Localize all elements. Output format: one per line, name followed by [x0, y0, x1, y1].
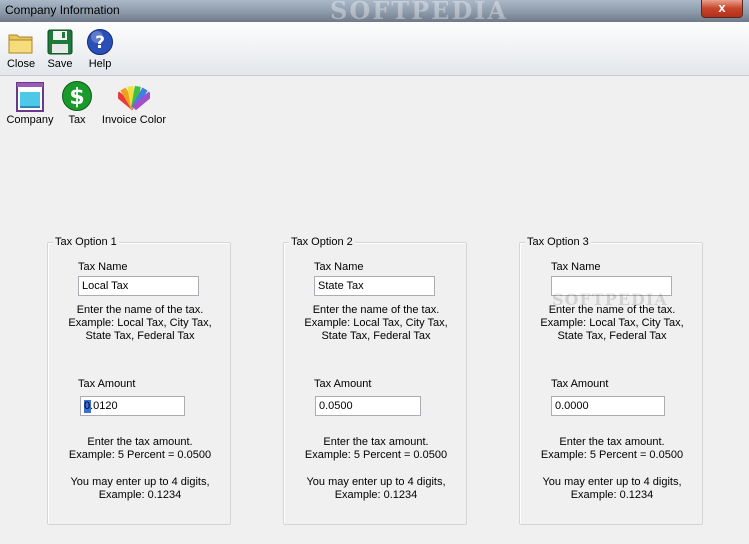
tax-name-help: Enter the name of the tax. Example: Loca…: [48, 304, 232, 343]
digits-help: You may enter up to 4 digits, Example: 0…: [48, 476, 232, 502]
help-icon: ?: [87, 29, 113, 55]
tax-section-label: Tax: [68, 114, 86, 126]
tax-name-value: State Tax: [318, 280, 364, 292]
digits-help: You may enter up to 4 digits, Example: 0…: [520, 476, 704, 502]
tax-amount-value: 0.0000: [555, 400, 589, 412]
tax-name-help: Enter the name of the tax. Example: Loca…: [284, 304, 468, 343]
help-button-label: Help: [88, 58, 112, 70]
tax-section-button[interactable]: $ Tax: [60, 80, 94, 126]
digits-help: You may enter up to 4 digits, Example: 0…: [284, 476, 468, 502]
floppy-disk-icon: [47, 29, 73, 55]
tax-amount-label: Tax Amount: [78, 378, 136, 390]
help-line: State Tax, Federal Tax: [557, 330, 667, 342]
help-line: Example: 0.1234: [334, 489, 418, 501]
tax-amount-value: 0.0120: [84, 400, 118, 412]
tax-option-2-title: Tax Option 2: [289, 236, 355, 249]
svg-text:?: ?: [95, 33, 105, 53]
tax-amount-help: Enter the tax amount. Example: 5 Percent…: [48, 436, 232, 462]
tax-name-label: Tax Name: [78, 261, 128, 273]
close-button-label: Close: [6, 58, 36, 70]
help-line: You may enter up to 4 digits,: [306, 476, 446, 488]
tax-amount-input[interactable]: 0.0000: [551, 396, 665, 416]
section-bar: Company $ Tax Invoice Color: [0, 76, 749, 132]
tax-name-input[interactable]: State Tax: [314, 276, 435, 296]
help-line: Example: 0.1234: [98, 489, 182, 501]
tax-option-1-group: Tax Option 1 Tax Name Local Tax Enter th…: [47, 236, 232, 525]
save-button[interactable]: Save: [44, 28, 76, 70]
tax-name-input[interactable]: Local Tax: [78, 276, 199, 296]
title-bar: SOFTPEDIA Company Information x: [0, 0, 749, 25]
company-section-label: Company: [6, 114, 54, 126]
tax-option-3-title: Tax Option 3: [525, 236, 591, 249]
tax-amount-label: Tax Amount: [551, 378, 609, 390]
tax-option-3-group: Tax Option 3 Tax Name Enter the name of …: [519, 236, 704, 525]
tax-name-label: Tax Name: [314, 261, 364, 273]
help-line: You may enter up to 4 digits,: [542, 476, 682, 488]
save-button-label: Save: [47, 58, 73, 70]
help-line: Enter the name of the tax.: [312, 304, 440, 316]
help-line: Example: Local Tax, City Tax,: [304, 317, 448, 329]
help-line: You may enter up to 4 digits,: [70, 476, 210, 488]
dollar-icon: $: [62, 81, 92, 111]
tax-amount-label: Tax Amount: [314, 378, 372, 390]
help-line: Example: 5 Percent = 0.0500: [540, 449, 684, 461]
help-line: Enter the tax amount.: [87, 436, 193, 448]
tax-amount-input[interactable]: 0.0120: [80, 396, 185, 416]
help-line: Example: 5 Percent = 0.0500: [304, 449, 448, 461]
help-line: State Tax, Federal Tax: [85, 330, 195, 342]
tax-name-help: Enter the name of the tax. Example: Loca…: [520, 304, 704, 343]
tax-name-value: Local Tax: [82, 280, 129, 292]
clipboard-icon: [16, 82, 44, 112]
overlay-watermark: SOFTPEDIA: [552, 290, 668, 309]
color-swatches-icon: [118, 85, 150, 111]
tax-amount-help: Enter the tax amount. Example: 5 Percent…: [284, 436, 468, 462]
invoice-color-section-label: Invoice Color: [101, 114, 167, 126]
invoice-color-section-button[interactable]: Invoice Color: [100, 80, 168, 126]
window-title: Company Information: [5, 3, 120, 17]
tax-name-label: Tax Name: [551, 261, 601, 273]
tax-amount-help: Enter the tax amount. Example: 5 Percent…: [520, 436, 704, 462]
help-line: Enter the tax amount.: [323, 436, 429, 448]
tax-option-1-title: Tax Option 1: [53, 236, 119, 249]
tax-amount-value: 0.0500: [319, 400, 353, 412]
help-line: State Tax, Federal Tax: [321, 330, 431, 342]
help-line: Example: 5 Percent = 0.0500: [68, 449, 212, 461]
svg-text:$: $: [69, 85, 84, 110]
help-line: Enter the name of the tax.: [76, 304, 204, 316]
tax-option-2-group: Tax Option 2 Tax Name State Tax Enter th…: [283, 236, 468, 525]
folder-icon: [8, 34, 33, 54]
company-section-button[interactable]: Company: [6, 80, 54, 126]
help-line: Example: Local Tax, City Tax,: [540, 317, 684, 329]
close-button[interactable]: Close: [4, 28, 38, 70]
help-line: Example: Local Tax, City Tax,: [68, 317, 212, 329]
help-line: Example: 0.1234: [570, 489, 654, 501]
tax-amount-input[interactable]: 0.0500: [315, 396, 421, 416]
help-line: Enter the tax amount.: [559, 436, 665, 448]
window-close-button[interactable]: x: [701, 0, 743, 18]
toolbar: Close Save ? Help: [0, 22, 749, 76]
help-button[interactable]: ? Help: [84, 28, 116, 70]
